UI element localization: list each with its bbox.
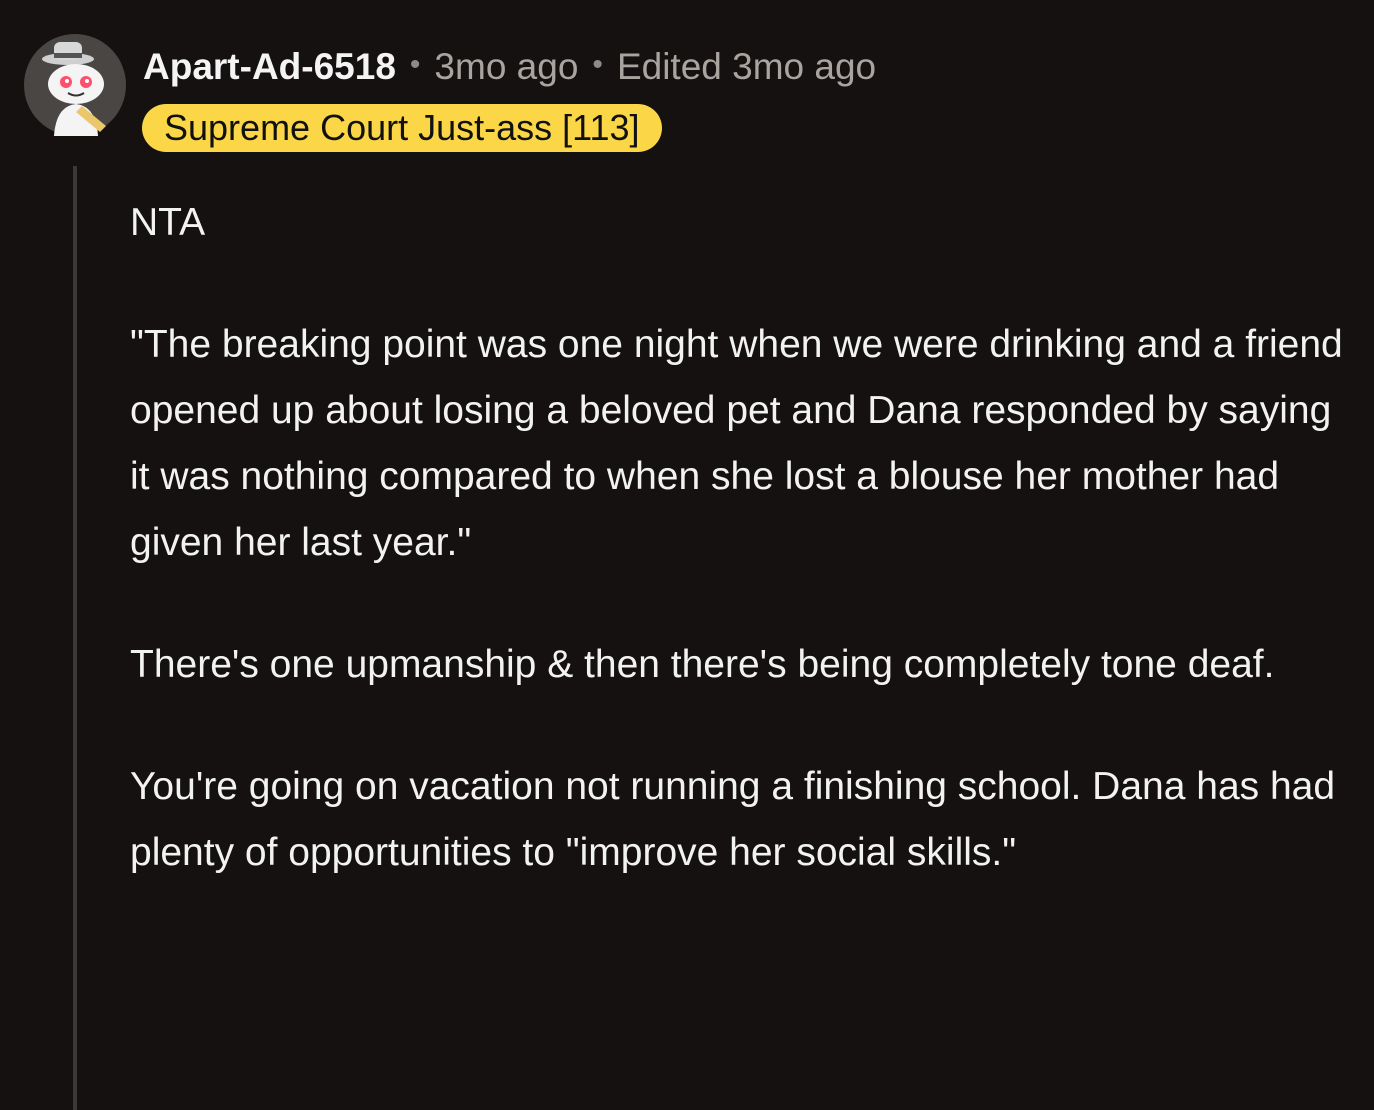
meta-separator: • [409,48,421,81]
thread-collapse-line[interactable] [73,166,77,1110]
comment-paragraph: "The breaking point was one night when w… [130,323,1343,564]
username-link[interactable]: Apart-Ad-6518 [143,46,396,88]
user-avatar[interactable] [24,34,126,136]
user-flair: Supreme Court Just-ass [113] [142,104,662,152]
meta-separator: • [592,48,603,81]
comment-header: Apart-Ad-6518 • 3mo ago • Edited 3mo ago [143,44,876,90]
comment-paragraph: NTA [130,201,206,244]
comment-paragraph: There's one upmanship & then there's bei… [130,643,1275,686]
timestamp[interactable]: 3mo ago [434,46,578,88]
comment-body: NTA "The breaking point was one night wh… [130,190,1350,886]
snoo-avatar-icon [24,34,126,136]
edited-label: Edited 3mo ago [616,46,877,87]
comment: Apart-Ad-6518 • 3mo ago • Edited 3mo ago… [0,0,1374,1110]
comment-paragraph: You're going on vacation not running a f… [130,765,1336,874]
